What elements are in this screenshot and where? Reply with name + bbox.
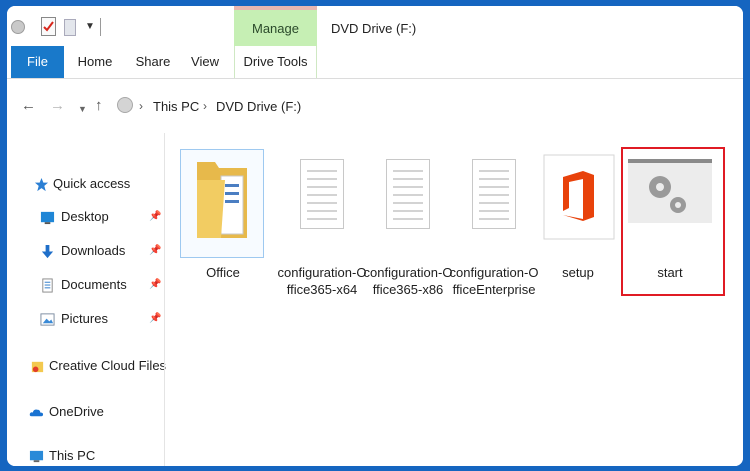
file-name: setup <box>562 265 594 280</box>
breadcrumb-chevron-icon[interactable]: › <box>203 99 207 113</box>
breadcrumb-dvd-drive[interactable]: DVD Drive (F:) <box>216 99 301 114</box>
sidebar-item-label: Desktop <box>61 209 109 224</box>
office-logo-icon <box>543 154 615 240</box>
customize-toolbar-icon[interactable]: ▼ <box>85 19 95 35</box>
manage-context-tab[interactable]: Manage <box>234 6 317 46</box>
download-icon <box>41 244 54 259</box>
up-arrow-icon[interactable]: ↑ <box>95 98 103 114</box>
back-arrow-icon[interactable]: ← <box>21 98 36 114</box>
tab-drive-tools[interactable]: Drive Tools <box>234 46 317 78</box>
breadcrumb-chevron-icon[interactable]: › <box>139 99 143 113</box>
file-name: configuration-Office365-x64 <box>277 265 367 297</box>
file-item-config-x86[interactable]: configuration-Office365-x86 <box>364 149 452 297</box>
file-name: configuration-OfficeEnterprise <box>449 265 539 297</box>
document-icon <box>472 159 516 229</box>
tab-file[interactable]: File <box>11 46 64 78</box>
system-menu-icon[interactable] <box>11 20 25 34</box>
sidebar-item-label: Creative Cloud Files <box>49 358 167 373</box>
documents-icon <box>42 278 53 293</box>
file-item-config-x64[interactable]: configuration-Office365-x64 <box>278 149 366 297</box>
sidebar-item-label: This PC <box>49 448 96 463</box>
creative-cloud-icon <box>31 361 44 373</box>
sidebar-item-label: Quick access <box>53 176 131 191</box>
file-name: Office <box>206 265 240 280</box>
pin-icon[interactable]: 📌 <box>149 240 161 262</box>
pin-icon[interactable]: 📌 <box>149 308 161 330</box>
star-icon <box>34 177 49 192</box>
tab-home[interactable]: Home <box>73 46 117 78</box>
document-icon <box>300 159 344 229</box>
file-list: Office configuration-Office365-x64 confi… <box>167 133 743 466</box>
sidebar-item-label: Downloads <box>61 243 126 258</box>
explorer-window: ▼ Manage DVD Drive (F:) File Home Share … <box>7 6 743 466</box>
this-pc-icon <box>29 450 44 463</box>
file-item-setup[interactable]: setup <box>536 149 620 285</box>
recent-locations-chevron-icon[interactable]: ▼ <box>78 101 87 117</box>
sidebar-item-label: Documents <box>61 277 127 292</box>
window-title: DVD Drive (F:) <box>331 21 417 36</box>
pane-divider[interactable] <box>164 133 165 466</box>
tab-share[interactable]: Share <box>131 46 175 78</box>
desktop-icon <box>40 211 55 225</box>
file-item-office[interactable]: Office <box>180 149 264 280</box>
forward-arrow-icon[interactable]: → <box>50 98 65 114</box>
pin-icon[interactable]: 📌 <box>149 206 161 228</box>
breadcrumb-this-pc[interactable]: This PC <box>153 99 199 114</box>
navigation-pane: Quick access Desktop 📌 Downloads 📌 Docum… <box>7 133 167 466</box>
folder-icon <box>197 162 247 238</box>
toolbar-separator <box>100 18 101 36</box>
navigation-bar: ← → ▼ ↑ › This PC › DVD Drive (F:) <box>7 79 743 133</box>
sidebar-item-label: Pictures <box>61 311 108 326</box>
tab-view[interactable]: View <box>187 46 223 78</box>
onedrive-icon <box>29 409 44 417</box>
document-icon <box>386 159 430 229</box>
properties-icon[interactable] <box>41 17 56 36</box>
new-folder-icon[interactable] <box>64 19 76 36</box>
pin-icon[interactable]: 📌 <box>149 274 161 296</box>
highlight-box <box>621 147 725 296</box>
drive-icon <box>117 97 133 113</box>
ribbon-tabs: File Home Share View Drive Tools <box>7 46 743 79</box>
file-item-config-enterprise[interactable]: configuration-OfficeEnterprise <box>450 149 538 297</box>
pictures-icon <box>40 313 55 326</box>
file-name: configuration-Office365-x86 <box>363 265 453 297</box>
sidebar-item-label: OneDrive <box>49 404 104 419</box>
title-bar: ▼ Manage DVD Drive (F:) <box>7 6 743 46</box>
